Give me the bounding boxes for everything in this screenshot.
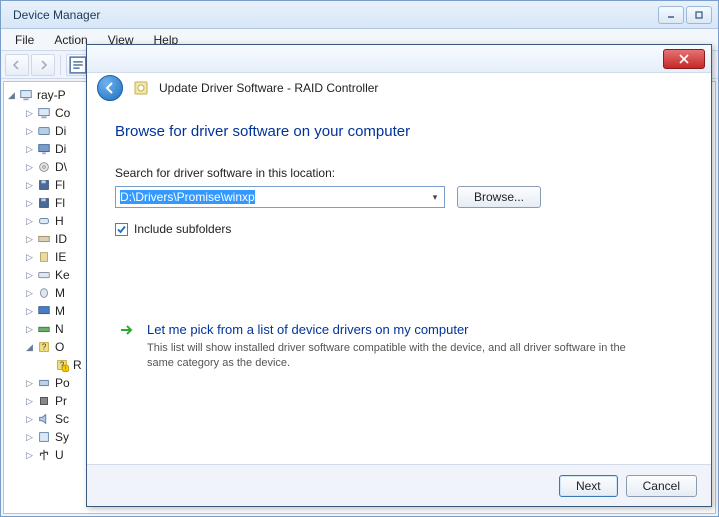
tree-node-label: R [73,358,82,372]
dm-title: Device Manager [13,8,658,22]
twist-icon[interactable]: ▷ [24,216,35,227]
wizard-heading: Browse for driver software on your compu… [115,123,683,140]
tree-node-label: Di [55,124,66,138]
wizard-footer: Next Cancel [87,464,711,506]
mouse-icon [36,285,52,301]
wizard-close-button[interactable] [663,49,705,69]
twist-icon[interactable]: ▷ [24,234,35,245]
include-subfolders-checkbox[interactable] [115,223,128,236]
disk-icon [133,80,149,96]
tree-node-label: O [55,340,64,354]
tree-node-label: IE [55,250,66,264]
dm-window-buttons [658,6,712,24]
disk-icon [36,123,52,139]
twist-icon[interactable]: ▷ [24,270,35,281]
ide-icon [36,231,52,247]
toolbar-separator [60,55,61,75]
wizard-titlebar[interactable] [87,45,711,73]
svg-text:?: ? [42,343,47,352]
usb-icon [36,447,52,463]
tree-node-label: U [55,448,64,462]
monitor-icon [36,303,52,319]
pick-from-list-title: Let me pick from a list of device driver… [147,322,627,337]
search-location-label: Search for driver software in this locat… [115,166,683,180]
tree-node-label: Sc [55,412,69,426]
arrow-right-icon [119,322,135,343]
twist-icon[interactable]: ▷ [24,108,35,119]
pick-from-list-desc: This list will show installed driver sof… [147,341,627,371]
include-subfolders-label: Include subfolders [134,222,231,236]
wizard-header: Update Driver Software - RAID Controller [87,73,711,103]
floppy-icon [36,177,52,193]
toolbar-forward-button[interactable] [31,54,55,76]
twist-icon[interactable]: ▷ [24,126,35,137]
other-icon: ? [36,339,52,355]
sound-icon [36,411,52,427]
toolbar-back-button[interactable] [5,54,29,76]
twist-icon[interactable]: ▷ [24,432,35,443]
tree-node-label: D\ [55,160,67,174]
hid-icon [36,213,52,229]
minimize-button[interactable] [658,6,684,24]
maximize-button[interactable] [686,6,712,24]
tree-node-label: M [55,286,65,300]
dm-titlebar[interactable]: Device Manager [1,1,718,29]
twist-icon[interactable]: ▷ [24,414,35,425]
update-driver-wizard: Update Driver Software - RAID Controller… [86,44,712,507]
twist-icon[interactable]: ◢ [24,342,35,353]
display-icon [36,141,52,157]
path-combobox[interactable]: ▾ [115,186,445,208]
tree-node-label: Pr [55,394,67,408]
twist-icon[interactable]: ▷ [24,144,35,155]
tree-node-label: N [55,322,64,336]
chevron-down-icon[interactable]: ▾ [427,188,443,206]
dvd-icon [36,159,52,175]
twist-icon[interactable]: ▷ [24,306,35,317]
tree-node-label: Fl [55,196,65,210]
tree-node-label: Co [55,106,70,120]
twist-icon[interactable]: ▷ [24,396,35,407]
browse-button[interactable]: Browse... [457,186,541,208]
wizard-content: Browse for driver software on your compu… [87,105,711,464]
tree-node-label: Di [55,142,66,156]
tree-node-label: Sy [55,430,69,444]
ieee-icon [36,249,52,265]
tree-node-label: M [55,304,65,318]
port-icon [36,375,52,391]
keyboard-icon [36,267,52,283]
system-icon [36,429,52,445]
menu-file[interactable]: File [5,31,44,49]
twist-icon[interactable]: ▷ [24,450,35,461]
network-icon [36,321,52,337]
path-row: ▾ Browse... [115,186,683,208]
svg-text:!: ! [65,366,66,372]
twist-icon[interactable]: ▷ [24,162,35,173]
twist-icon[interactable]: ▷ [24,288,35,299]
wizard-back-button[interactable] [97,75,123,101]
tree-node-label: H [55,214,64,228]
wizard-header-title: Update Driver Software - RAID Controller [159,81,378,95]
twist-icon[interactable]: ▷ [24,198,35,209]
next-button[interactable]: Next [559,475,618,497]
tree-node-label: Po [55,376,70,390]
tree-node-label: Fl [55,178,65,192]
floppy-icon [36,195,52,211]
processor-icon [36,393,52,409]
computer-icon [18,87,34,103]
tree-node-label: ID [55,232,67,246]
unknown-device-icon: ?! [54,357,70,373]
twist-icon[interactable]: ▷ [24,324,35,335]
computer-icon [36,105,52,121]
tree-node-label: Ke [55,268,70,282]
pick-from-list-option[interactable]: Let me pick from a list of device driver… [115,322,683,371]
twist-icon[interactable]: ▷ [24,252,35,263]
path-input[interactable] [116,187,444,207]
twist-icon[interactable]: ▷ [24,180,35,191]
include-subfolders-row[interactable]: Include subfolders [115,222,683,236]
twist-icon[interactable]: ▷ [24,378,35,389]
twist-icon[interactable]: ◢ [6,90,17,101]
tree-root-label: ray-P [37,88,66,102]
cancel-button[interactable]: Cancel [626,475,697,497]
